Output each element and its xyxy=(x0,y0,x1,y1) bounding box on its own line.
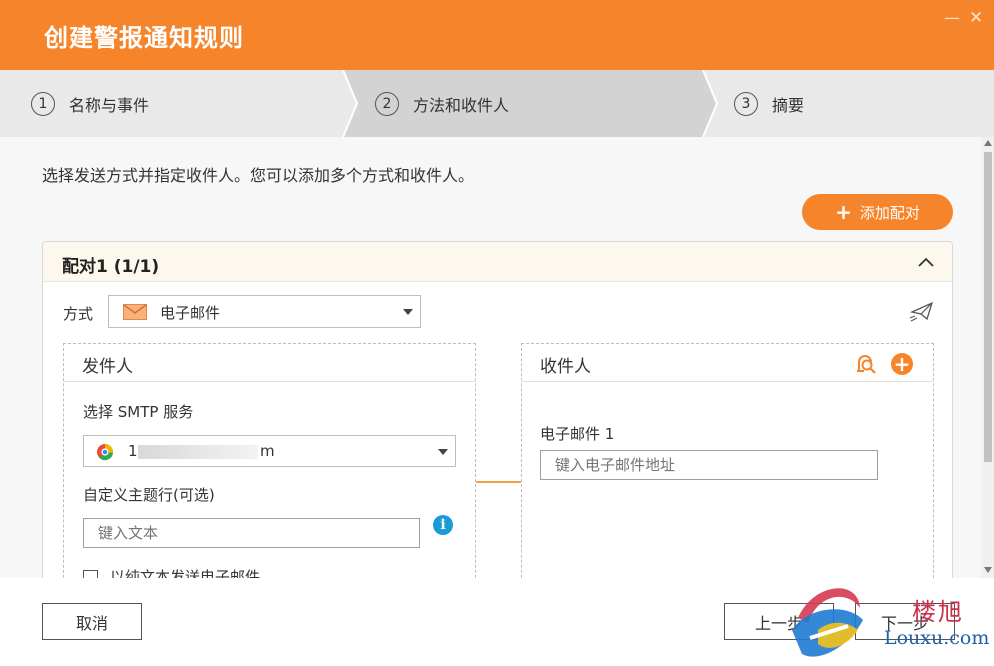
dialog-titlebar: 创建警报通知规则 — ✕ xyxy=(0,0,994,70)
gmail-service-icon xyxy=(97,444,113,461)
search-contacts-icon[interactable] xyxy=(855,353,877,375)
content-scrollbar[interactable] xyxy=(982,137,994,578)
method-value: 电子邮件 xyxy=(160,304,221,322)
smtp-service-select[interactable]: 1 m xyxy=(83,435,456,467)
email-input[interactable] xyxy=(540,450,878,480)
email-label: 电子邮件 1 xyxy=(540,425,615,443)
step-label: 摘要 xyxy=(772,95,805,115)
step-separator-icon xyxy=(702,70,718,137)
add-recipient-icon[interactable]: + xyxy=(891,353,913,375)
plus-icon: + xyxy=(835,200,852,224)
method-select[interactable]: 电子邮件 xyxy=(108,295,421,328)
step-label: 名称与事件 xyxy=(69,95,150,115)
add-pair-label: 添加配对 xyxy=(859,203,920,222)
smtp-service-value-tail: m xyxy=(260,442,275,460)
watermark-text-cn: 楼旭 xyxy=(912,598,964,626)
dialog-content: 选择发送方式并指定收件人。您可以添加多个方式和收件人。 + 添加配对 配对1 (… xyxy=(0,137,982,578)
step-number: 2 xyxy=(375,91,399,116)
step-name-and-event[interactable]: 1 名称与事件 xyxy=(31,70,149,137)
step-summary[interactable]: 3 摘要 xyxy=(734,70,804,137)
plain-text-checkbox[interactable] xyxy=(83,570,98,578)
previous-button[interactable]: 上一步 xyxy=(724,603,834,640)
scroll-down-icon[interactable] xyxy=(984,567,992,573)
redacted-account xyxy=(138,445,258,459)
wizard-steps: 1 名称与事件 2 方法和收件人 3 摘要 xyxy=(0,70,994,137)
info-icon[interactable]: i xyxy=(433,515,453,535)
dialog-footer: 取消 上一步 下一步 xyxy=(0,578,994,666)
recipient-title: 收件人 xyxy=(540,357,591,377)
intro-text: 选择发送方式并指定收件人。您可以添加多个方式和收件人。 xyxy=(42,166,475,185)
send-test-icon[interactable] xyxy=(909,300,935,322)
plain-text-label: 以纯文本发送电子邮件 xyxy=(110,568,261,578)
recipient-header: 收件人 + xyxy=(522,344,933,382)
subject-input[interactable] xyxy=(83,518,420,548)
pair-header[interactable]: 配对1 (1/1) xyxy=(43,242,952,282)
dialog-title: 创建警报通知规则 xyxy=(44,24,244,52)
method-label: 方式 xyxy=(63,305,94,323)
step-number: 1 xyxy=(31,91,55,116)
step-method-and-recipients[interactable]: 2 方法和收件人 xyxy=(375,70,509,137)
sender-panel: 发件人 选择 SMTP 服务 1 m 自定义主题行(可选) i 以纯 xyxy=(63,343,476,578)
minimize-icon[interactable]: — xyxy=(944,8,960,28)
step-separator-icon xyxy=(342,70,358,137)
cancel-button[interactable]: 取消 xyxy=(42,603,142,640)
sender-header: 发件人 xyxy=(64,344,475,382)
step-label: 方法和收件人 xyxy=(413,95,510,115)
smtp-service-value: 1 xyxy=(128,442,138,460)
close-icon[interactable]: ✕ xyxy=(969,8,983,28)
chevron-down-icon xyxy=(403,309,413,315)
mail-icon xyxy=(123,304,147,320)
chevron-up-icon[interactable] xyxy=(915,252,937,272)
recipient-panel: 收件人 + 电子邮件 1 xyxy=(521,343,934,578)
scroll-thumb[interactable] xyxy=(984,152,992,462)
scroll-up-icon[interactable] xyxy=(984,140,992,146)
step-number: 3 xyxy=(734,91,758,116)
watermark-text-en: Louxu.com xyxy=(884,627,990,649)
pair-connector-line xyxy=(476,481,521,483)
smtp-label: 选择 SMTP 服务 xyxy=(83,403,194,421)
chevron-down-icon xyxy=(438,449,448,455)
pair-card: 配对1 (1/1) 方式 电子邮件 发件人 选择 SMTP 服务 1 m 自定义… xyxy=(42,241,953,578)
subject-label: 自定义主题行(可选) xyxy=(83,486,215,504)
sender-title: 发件人 xyxy=(82,357,133,377)
pair-title: 配对1 (1/1) xyxy=(62,257,160,277)
add-pair-button[interactable]: + 添加配对 xyxy=(802,194,953,230)
